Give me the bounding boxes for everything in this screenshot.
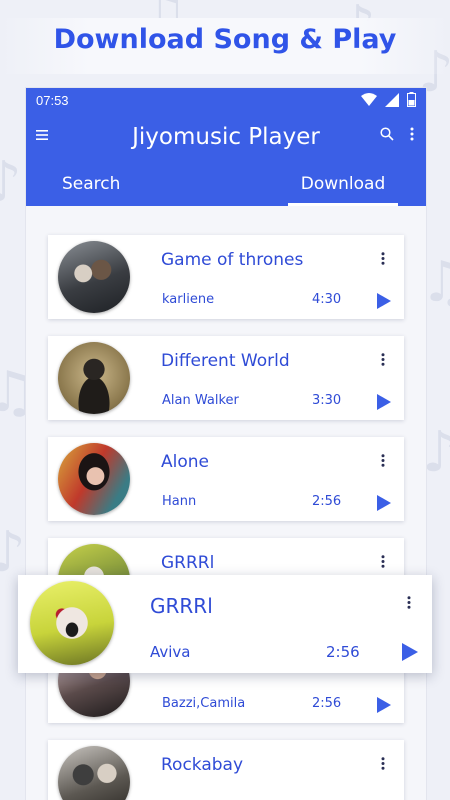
more-vertical-icon[interactable] (381, 454, 385, 467)
album-art (58, 241, 130, 313)
album-art (58, 342, 130, 414)
play-icon[interactable] (377, 293, 391, 309)
play-icon[interactable] (377, 394, 391, 410)
song-duration: 2:56 (312, 494, 342, 509)
banner-title: Download Song & Play (53, 24, 397, 55)
more-vertical-icon[interactable] (381, 353, 385, 366)
toolbar: Jiyomusic Player (26, 112, 426, 164)
song-duration: 2:56 (326, 643, 360, 661)
song-card[interactable]: Alone Hann 2:56 (48, 437, 404, 521)
signal-icon (385, 92, 399, 107)
play-icon[interactable] (377, 495, 391, 511)
song-title: Rockabay (161, 755, 244, 775)
app-header: 07:53 Jiyomusic Player Search Download (26, 88, 426, 206)
phone-screen: 07:53 Jiyomusic Player Search Download G… (26, 88, 426, 800)
play-icon[interactable] (377, 697, 391, 713)
more-vertical-icon[interactable] (410, 127, 414, 141)
tab-download[interactable]: Download (288, 174, 398, 206)
more-vertical-icon[interactable] (381, 252, 385, 265)
song-title: GRRRl (150, 594, 213, 618)
song-title: Game of thrones (161, 250, 304, 270)
song-artist: Hann (162, 494, 197, 509)
status-bar: 07:53 (26, 88, 426, 112)
app-title: Jiyomusic Player (132, 124, 320, 150)
album-art (58, 443, 130, 515)
battery-icon (407, 92, 416, 107)
more-vertical-icon[interactable] (381, 757, 385, 770)
album-art (30, 581, 114, 665)
song-duration: 2:56 (312, 696, 342, 711)
song-title: GRRRl (161, 553, 215, 573)
wifi-icon (361, 92, 377, 106)
song-card[interactable]: Game of thrones karliene 4:30 (48, 235, 404, 319)
search-icon[interactable] (380, 127, 394, 141)
song-card[interactable]: Rockabay (48, 740, 404, 800)
play-icon[interactable] (402, 643, 418, 661)
status-icons (361, 92, 416, 107)
tab-bar: Search Download (26, 168, 426, 206)
song-artist: Alan Walker (162, 393, 239, 408)
more-vertical-icon[interactable] (407, 596, 411, 609)
song-artist: karliene (162, 292, 215, 307)
song-artist: Bazzi,Camila (162, 696, 246, 711)
tab-search[interactable]: Search (62, 174, 120, 206)
status-time: 07:53 (36, 93, 69, 108)
featured-song-card[interactable]: GRRRl Aviva 2:56 (18, 575, 432, 673)
song-duration: 3:30 (312, 393, 342, 408)
song-artist: Aviva (150, 643, 191, 661)
more-vertical-icon[interactable] (381, 555, 385, 568)
album-art (58, 746, 130, 800)
song-duration: 4:30 (312, 292, 342, 307)
song-card[interactable]: Different World Alan Walker 3:30 (48, 336, 404, 420)
song-title: Alone (161, 452, 209, 472)
song-title: Different World (161, 351, 290, 371)
